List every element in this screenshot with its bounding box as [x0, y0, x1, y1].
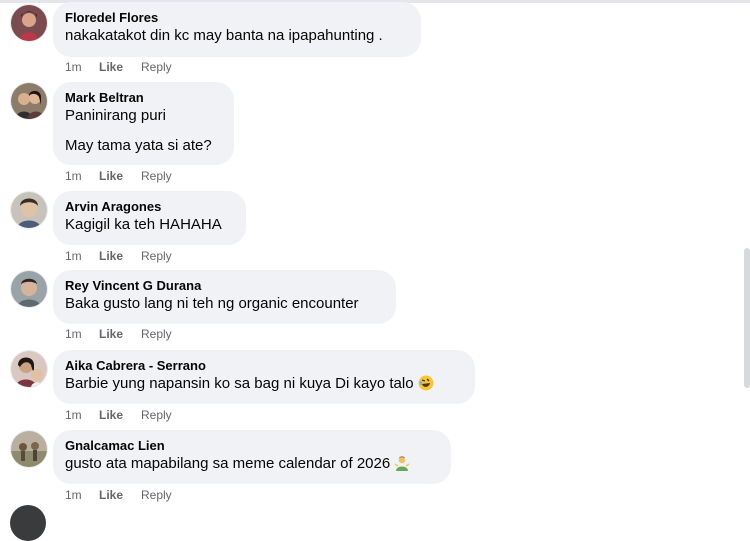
comment-bubble: Aika Cabrera - Serrano Barbie yung napan…	[53, 350, 475, 404]
comment-time[interactable]: 1m	[65, 487, 99, 503]
comment-text: Baka gusto lang ni teh ng organic encoun…	[65, 295, 359, 312]
comment-bubble: Mark Beltran Paninirang puri May tama ya…	[53, 82, 234, 165]
like-button[interactable]: Like	[99, 407, 141, 423]
reply-button[interactable]: Reply	[141, 248, 172, 264]
comment-time[interactable]: 1m	[65, 407, 99, 423]
comment-text: nakakatakot din kc may banta na ipapahun…	[65, 27, 383, 44]
comment-actions: 1m Like Reply	[65, 168, 172, 184]
comment-text: Barbie yung napansin ko sa bag ni kuya D…	[65, 374, 463, 397]
comment-author[interactable]: Arvin Aragones	[65, 198, 234, 215]
avatar[interactable]	[10, 270, 48, 308]
comment-bubble: Rey Vincent G Durana Baka gusto lang ni …	[53, 270, 396, 324]
comment-time[interactable]: 1m	[65, 326, 99, 342]
comment-bubble: Gnalcamac Lien gusto ata mapabilang sa m…	[53, 430, 451, 484]
comment-actions: 1m Like Reply	[65, 407, 172, 423]
scrollbar[interactable]	[744, 248, 750, 388]
like-button[interactable]: Like	[99, 326, 141, 342]
comment-bubble: Arvin Aragones Kagigil ka teh HAHAHA	[53, 191, 246, 245]
comment-text: Paninirang puri	[65, 107, 166, 124]
reply-button[interactable]: Reply	[141, 59, 172, 75]
like-button[interactable]: Like	[99, 487, 141, 503]
reply-button[interactable]: Reply	[141, 487, 172, 503]
avatar[interactable]	[10, 505, 46, 541]
comment-text: gusto ata mapabilang sa meme calendar of…	[65, 454, 439, 477]
avatar[interactable]	[10, 350, 48, 388]
rolling-on-floor-laughing-emoji	[418, 375, 434, 397]
reply-button[interactable]: Reply	[141, 407, 172, 423]
comment-text: Kagigil ka teh HAHAHA	[65, 216, 222, 233]
comment-time[interactable]: 1m	[65, 59, 99, 75]
comment-author[interactable]: Mark Beltran	[65, 89, 222, 106]
comment-time[interactable]: 1m	[65, 168, 99, 184]
comment-time[interactable]: 1m	[65, 248, 99, 264]
reply-button[interactable]: Reply	[141, 168, 172, 184]
comment-actions: 1m Like Reply	[65, 59, 172, 75]
comment-author[interactable]: Gnalcamac Lien	[65, 437, 439, 454]
reply-button[interactable]: Reply	[141, 326, 172, 342]
comment-actions: 1m Like Reply	[65, 487, 172, 503]
comment-author[interactable]: Floredel Flores	[65, 9, 409, 26]
comment-actions: 1m Like Reply	[65, 248, 172, 264]
avatar[interactable]	[10, 82, 48, 120]
comment-text: May tama yata si ate?	[65, 137, 212, 154]
like-button[interactable]: Like	[99, 248, 141, 264]
avatar[interactable]	[10, 4, 48, 42]
comment-bubble: Floredel Flores nakakatakot din kc may b…	[53, 2, 421, 57]
comment-author[interactable]: Aika Cabrera - Serrano	[65, 357, 463, 374]
avatar[interactable]	[10, 191, 48, 229]
comment-text-content: gusto ata mapabilang sa meme calendar of…	[65, 455, 391, 472]
like-button[interactable]: Like	[99, 168, 141, 184]
like-button[interactable]: Like	[99, 59, 141, 75]
avatar[interactable]	[10, 430, 48, 468]
comment-actions: 1m Like Reply	[65, 326, 172, 342]
comment-author[interactable]: Rey Vincent G Durana	[65, 277, 384, 294]
person-shrugging-emoji	[394, 455, 410, 477]
comment-text-content: Barbie yung napansin ko sa bag ni kuya D…	[65, 375, 414, 392]
